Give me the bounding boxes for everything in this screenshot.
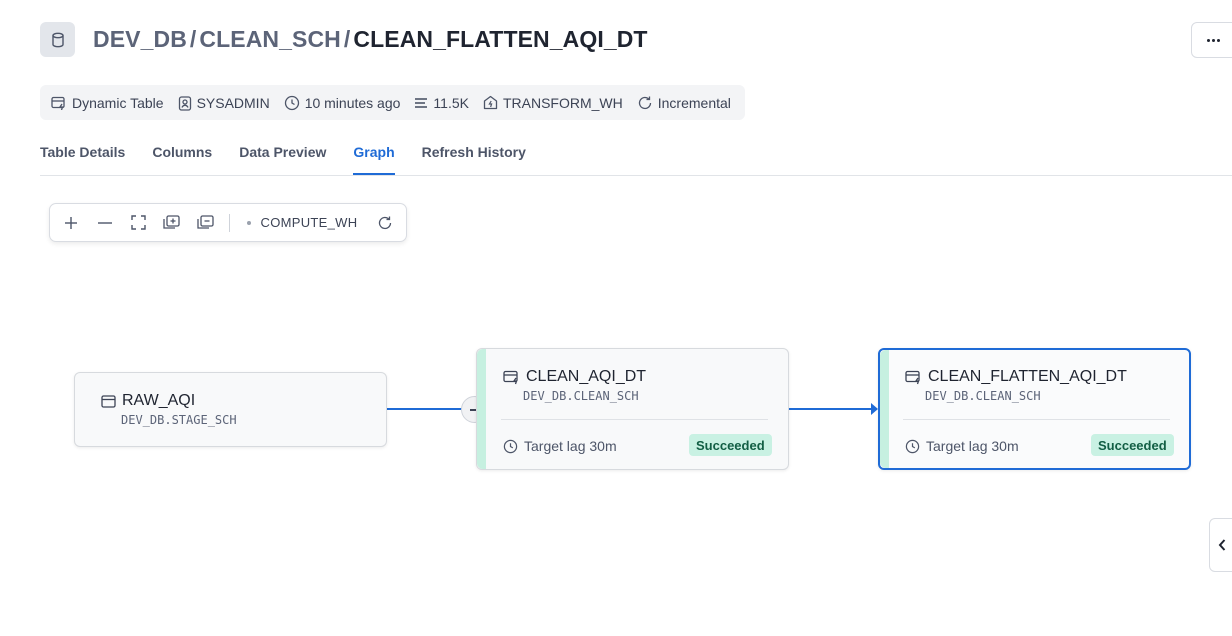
node-lag-label: Target lag 30m <box>926 438 1019 454</box>
graph-node-clean-flatten-aqi-dt[interactable]: CLEAN_FLATTEN_AQI_DT DEV_DB.CLEAN_SCH Ta… <box>878 348 1191 470</box>
graph-node-clean-aqi-dt[interactable]: CLEAN_AQI_DT DEV_DB.CLEAN_SCH Target lag… <box>476 348 789 470</box>
chevron-left-icon <box>1218 539 1226 551</box>
node-title: CLEAN_FLATTEN_AQI_DT <box>905 368 1127 386</box>
node-status-accent <box>477 349 486 469</box>
node-divider <box>903 419 1170 420</box>
node-lag-label: Target lag 30m <box>524 438 617 454</box>
side-panel-toggle[interactable] <box>1209 518 1232 572</box>
status-badge: Succeeded <box>1091 434 1174 456</box>
node-path: DEV_DB.STAGE_SCH <box>121 413 237 427</box>
status-badge: Succeeded <box>689 434 772 456</box>
node-path: DEV_DB.CLEAN_SCH <box>925 389 1041 403</box>
clock-icon <box>503 439 518 453</box>
node-status-accent <box>880 350 889 468</box>
table-icon <box>101 394 116 408</box>
node-title: RAW_AQI <box>101 392 195 410</box>
clock-icon <box>905 439 920 453</box>
node-divider <box>501 419 768 420</box>
node-path: DEV_DB.CLEAN_SCH <box>523 389 639 403</box>
node-target-lag: Target lag 30m <box>905 438 1019 454</box>
node-target-lag: Target lag 30m <box>503 438 617 454</box>
edge-arrowhead <box>871 403 878 415</box>
dynamic-table-icon <box>503 370 518 384</box>
node-name: CLEAN_FLATTEN_AQI_DT <box>928 368 1127 385</box>
dynamic-table-icon <box>905 370 920 384</box>
node-title: CLEAN_AQI_DT <box>503 368 646 386</box>
graph-edges <box>387 403 878 415</box>
graph-node-raw-aqi[interactable]: RAW_AQI DEV_DB.STAGE_SCH <box>74 372 387 447</box>
node-name: RAW_AQI <box>122 392 196 409</box>
node-name: CLEAN_AQI_DT <box>526 368 647 385</box>
